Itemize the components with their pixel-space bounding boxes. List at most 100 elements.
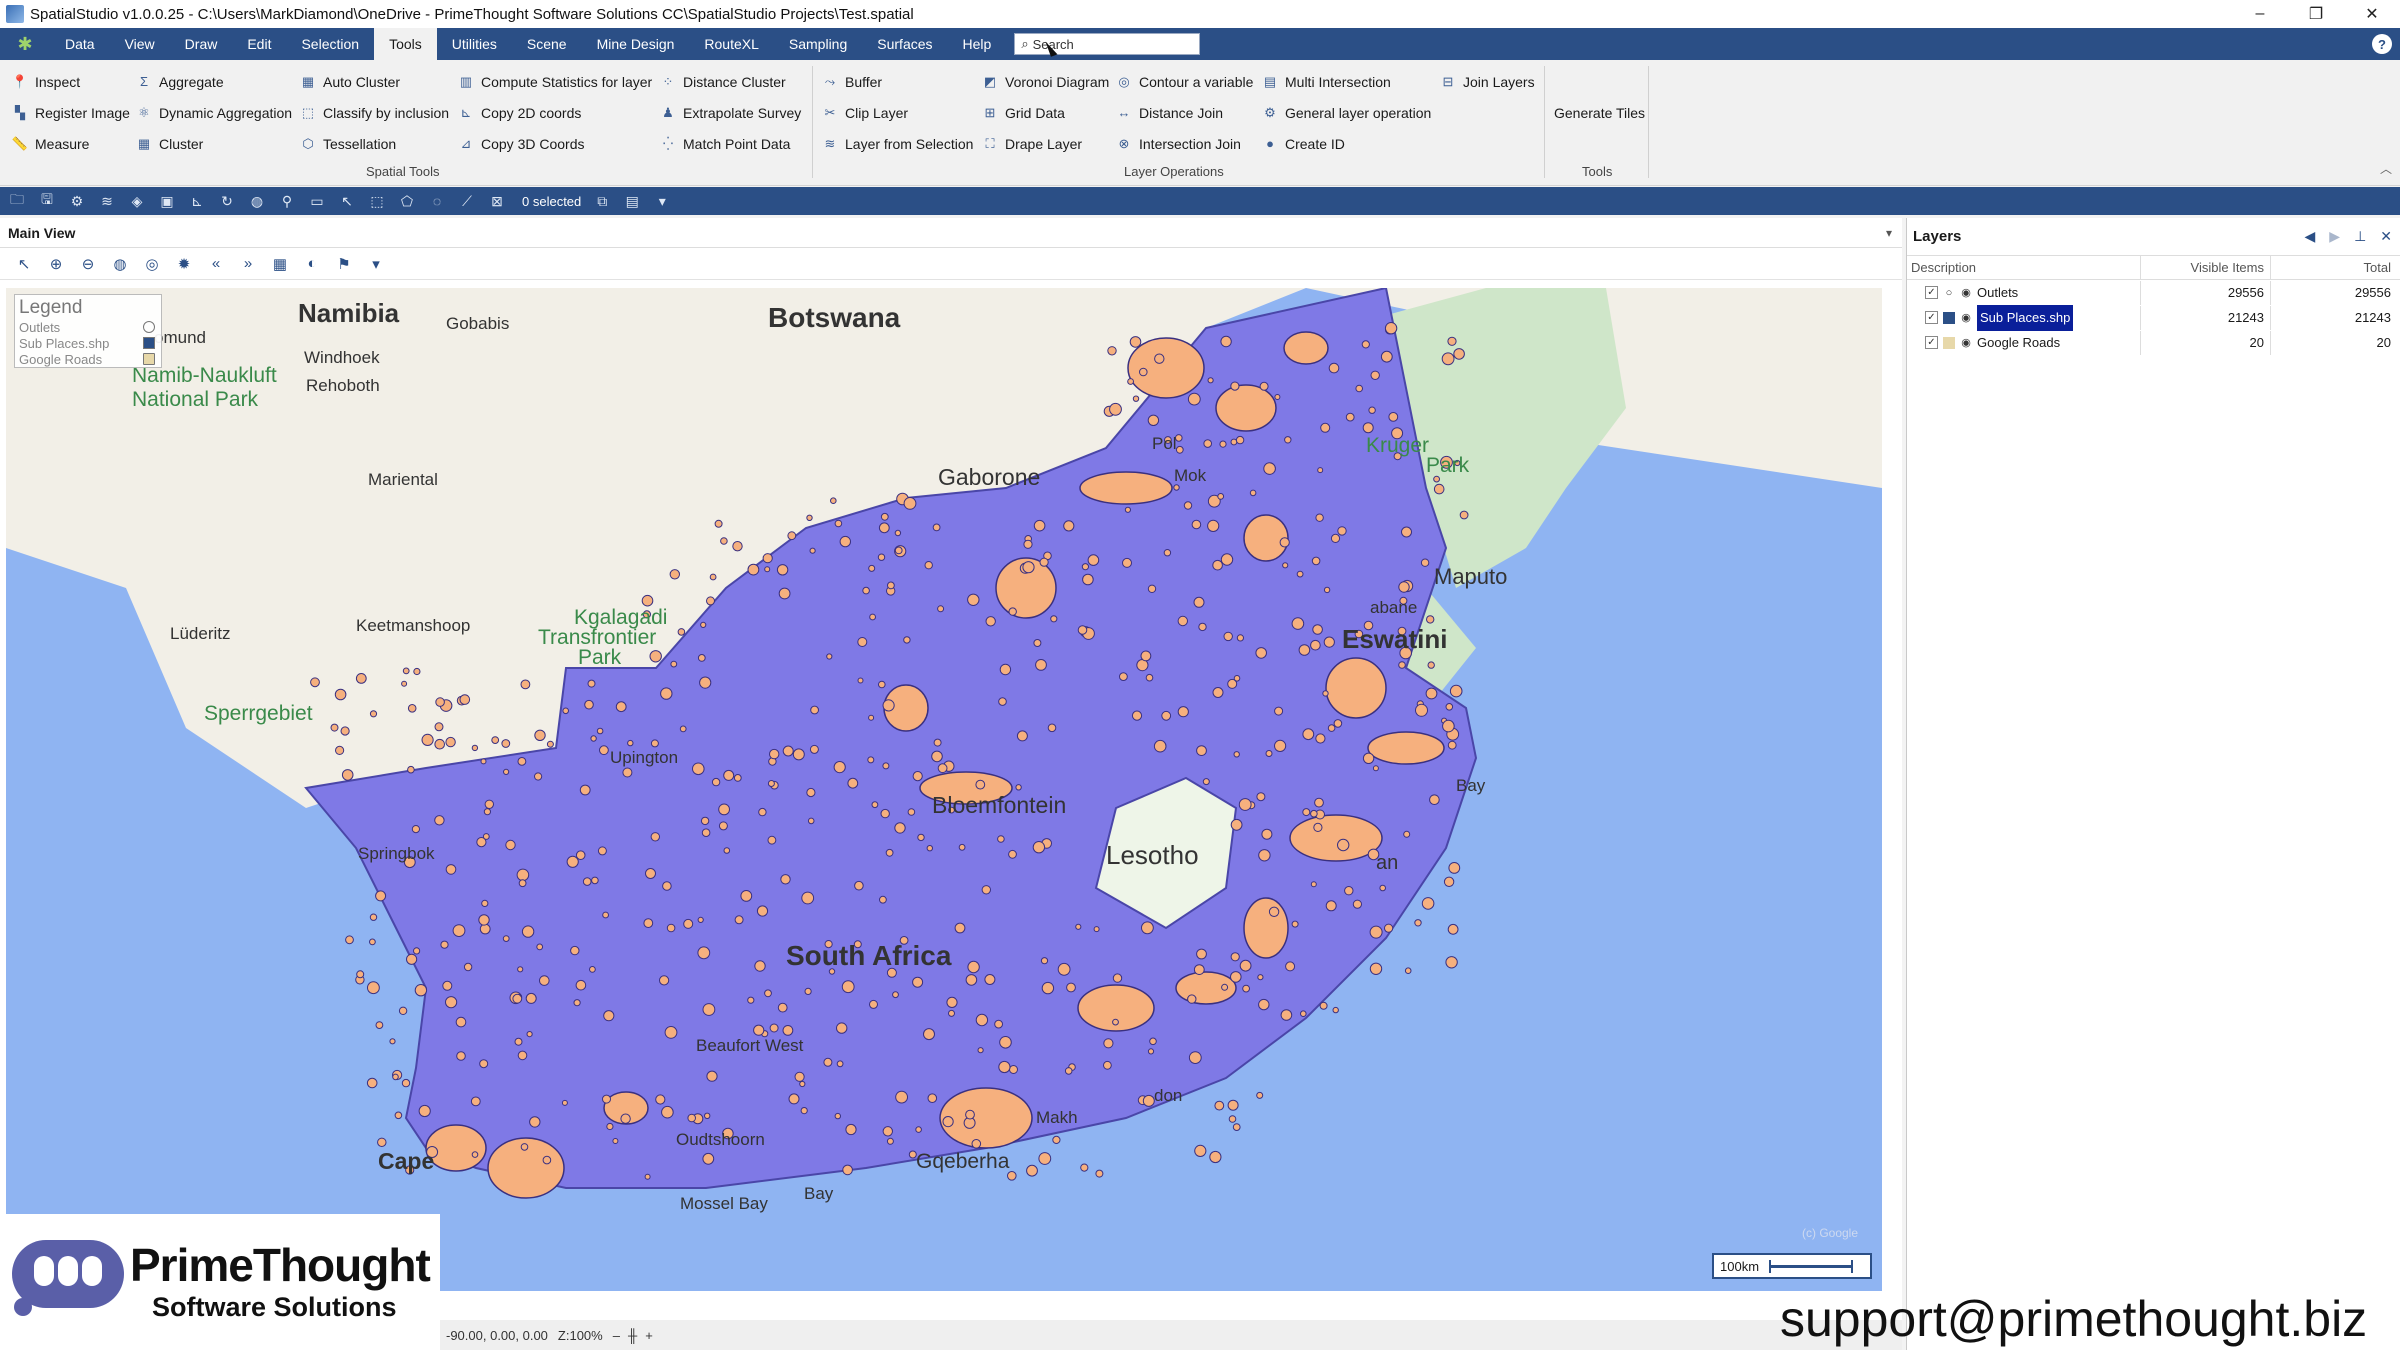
menu-routexl[interactable]: RouteXL (689, 28, 773, 60)
layer-row[interactable]: ✓ ○ ◉ Outlets 29556 29556 (1907, 280, 2400, 305)
measure-button[interactable]: 📏 Measure (12, 128, 130, 159)
copy-3d-coords-button[interactable]: ⊿ Copy 3D Coords (458, 128, 652, 159)
app-menu-icon[interactable]: ✱ (0, 28, 50, 60)
dynamic-aggregation-button[interactable]: ⚛ Dynamic Aggregation (136, 97, 292, 128)
open-folder-icon[interactable]: 🗀 (6, 190, 28, 212)
grid-icon[interactable]: ▦ (268, 252, 292, 276)
panel-menu-icon[interactable]: ▾ (1886, 226, 1892, 240)
eye-icon[interactable]: ◉ (1960, 287, 1972, 299)
save-icon[interactable]: 🖫 (36, 190, 58, 212)
classify-by-inclusion-button[interactable]: ⬚ Classify by inclusion (300, 97, 449, 128)
search-input[interactable]: ⌕ Search (1014, 33, 1201, 55)
zoom-slider[interactable]: ╫ (628, 1328, 637, 1343)
select-line-icon[interactable]: ⟋ (456, 190, 478, 212)
tab-main-view[interactable]: Main View (0, 225, 83, 241)
close-button[interactable]: ✕ (2344, 0, 2400, 28)
column-description[interactable]: Description (1907, 255, 2141, 280)
menu-data[interactable]: Data (50, 28, 110, 60)
layer-row[interactable]: ✓ ◉ Sub Places.shp 21243 21243 (1907, 304, 2400, 331)
chart-icon[interactable]: ⊾ (186, 190, 208, 212)
pin-panel-icon[interactable]: ⊥ (2354, 228, 2366, 245)
eye-icon[interactable]: ◉ (1960, 312, 1972, 324)
zoom-in-icon[interactable]: ⊕ (44, 252, 68, 276)
menu-surfaces[interactable]: Surfaces (862, 28, 947, 60)
basemap-icon[interactable]: ◐ (300, 252, 324, 276)
layer-from-selection-button[interactable]: ≋ Layer from Selection (822, 128, 974, 159)
voronoi-diagram-button[interactable]: ◩ Voronoi Diagram (982, 66, 1109, 97)
select-polygon-icon[interactable]: ⬠ (396, 190, 418, 212)
zoom-extent-icon[interactable]: ◍ (108, 252, 132, 276)
menu-draw[interactable]: Draw (170, 28, 233, 60)
pointer-icon[interactable]: ↖ (12, 252, 36, 276)
auto-cluster-button[interactable]: ▦ Auto Cluster (300, 66, 449, 97)
globe-icon[interactable]: ◍ (246, 190, 268, 212)
more-icon[interactable]: ▾ (364, 252, 388, 276)
aggregate-button[interactable]: Σ Aggregate (136, 66, 292, 97)
multi-intersection-button[interactable]: ▤ Multi Intersection (1262, 66, 1431, 97)
create-id-button[interactable]: ● Create ID (1262, 128, 1431, 159)
map-settings-icon[interactable]: ✹ (172, 252, 196, 276)
zoom-to-selection-icon[interactable]: ⧉ (591, 190, 613, 212)
previous-view-icon[interactable]: « (204, 252, 228, 276)
menu-utilities[interactable]: Utilities (437, 28, 512, 60)
contour-variable-button[interactable]: ◎ Contour a variable (1116, 66, 1253, 97)
attribute-table-icon[interactable]: ▤ (621, 190, 643, 212)
zoom-in-button[interactable]: + (645, 1328, 653, 1343)
settings-icon[interactable]: ⚙ (66, 190, 88, 212)
distance-join-button[interactable]: ↔ Distance Join (1116, 97, 1253, 128)
next-view-icon[interactable]: » (236, 252, 260, 276)
visibility-checkbox[interactable]: ✓ (1925, 286, 1938, 299)
color-map-icon[interactable]: ◈ (126, 190, 148, 212)
menu-sampling[interactable]: Sampling (774, 28, 862, 60)
eye-icon[interactable]: ◉ (1960, 337, 1972, 349)
help-icon[interactable]: ? (2372, 34, 2392, 54)
close-panel-icon[interactable]: ✕ (2380, 228, 2392, 245)
zoom-out-button[interactable]: – (613, 1328, 620, 1343)
match-point-data-button[interactable]: ⁛ Match Point Data (660, 128, 801, 159)
cluster-button[interactable]: ▦ Cluster (136, 128, 292, 159)
minimize-button[interactable]: – (2232, 0, 2288, 28)
map-pin-icon[interactable]: ⚲ (276, 190, 298, 212)
forward-arrow-icon[interactable]: ▶ (2329, 228, 2340, 245)
menu-help[interactable]: Help (948, 28, 1007, 60)
clear-selection-icon[interactable]: ⊠ (486, 190, 508, 212)
menu-tools[interactable]: Tools (374, 28, 437, 60)
collapse-ribbon-icon[interactable]: ︿ (2380, 160, 2392, 177)
join-layers-button[interactable]: ⊟ Join Layers (1440, 66, 1535, 97)
dropdown-arrow-icon[interactable]: ▾ (651, 190, 673, 212)
zoom-layer-icon[interactable]: ◎ (140, 252, 164, 276)
layer-row[interactable]: ✓ ◉ Google Roads 20 20 (1907, 330, 2400, 355)
select-rect-icon[interactable]: ⬚ (366, 190, 388, 212)
select-point-icon[interactable]: ↖ (336, 190, 358, 212)
select-lasso-icon[interactable]: ◌ (426, 190, 448, 212)
copy-2d-coords-button[interactable]: ⊾ Copy 2D coords (458, 97, 652, 128)
back-arrow-icon[interactable]: ◀ (2305, 228, 2316, 245)
maximize-button[interactable]: ❐ (2288, 0, 2344, 28)
menu-selection[interactable]: Selection (286, 28, 374, 60)
column-total[interactable]: Total (2271, 256, 2397, 280)
drape-layer-button[interactable]: ⛶ Drape Layer (982, 128, 1109, 159)
extrapolate-survey-button[interactable]: ♟ Extrapolate Survey (660, 97, 801, 128)
tessellation-button[interactable]: ⬡ Tessellation (300, 128, 449, 159)
visibility-checkbox[interactable]: ✓ (1925, 311, 1938, 324)
menu-view[interactable]: View (110, 28, 170, 60)
menu-scene[interactable]: Scene (512, 28, 582, 60)
compute-statistics-button[interactable]: ▥ Compute Statistics for layer (458, 66, 652, 97)
menu-mine-design[interactable]: Mine Design (582, 28, 690, 60)
layers-icon[interactable]: ≋ (96, 190, 118, 212)
note-icon[interactable]: ▭ (306, 190, 328, 212)
distance-cluster-button[interactable]: ⁘ Distance Cluster (660, 66, 801, 97)
menu-edit[interactable]: Edit (232, 28, 286, 60)
map-canvas[interactable]: Namibia Gobabis Botswana omund Windhoek … (6, 288, 1882, 1291)
buffer-button[interactable]: ⤳ Buffer (822, 66, 973, 97)
intersection-join-button[interactable]: ⊗ Intersection Join (1116, 128, 1253, 159)
visibility-checkbox[interactable]: ✓ (1925, 336, 1938, 349)
generate-tiles-button[interactable]: Generate Tiles (1554, 97, 1645, 128)
zoom-out-icon[interactable]: ⊖ (76, 252, 100, 276)
general-layer-operation-button[interactable]: ⚙ General layer operation (1262, 97, 1431, 128)
clip-layer-button[interactable]: ✂ Clip Layer (822, 97, 973, 128)
bookmark-icon[interactable]: ⚑ (332, 252, 356, 276)
refresh-icon[interactable]: ↻ (216, 190, 238, 212)
inspect-button[interactable]: 📍 Inspect (12, 66, 130, 97)
image-icon[interactable]: ▣ (156, 190, 178, 212)
